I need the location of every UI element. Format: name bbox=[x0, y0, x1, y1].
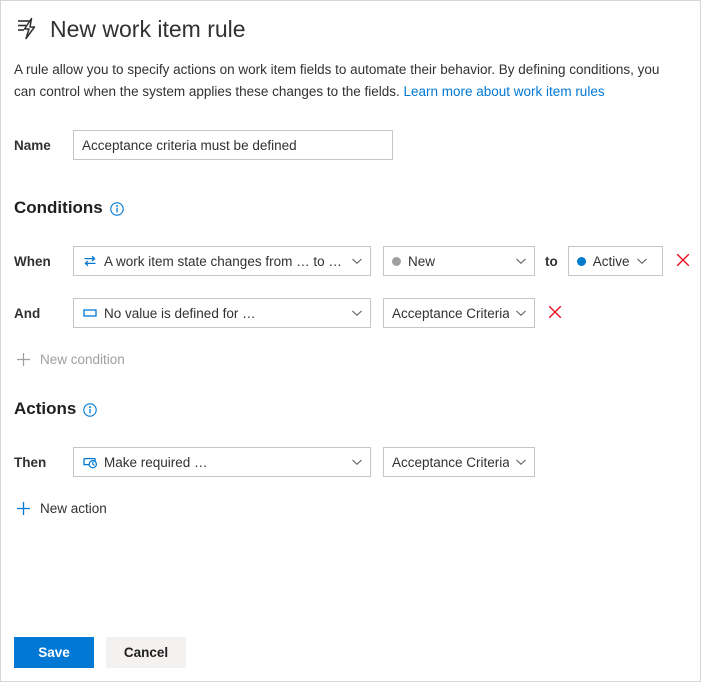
and-field-text: Acceptance Criteria bbox=[392, 305, 509, 321]
chevron-down-icon bbox=[515, 307, 527, 319]
name-row: Name bbox=[14, 130, 700, 160]
actions-heading: Actions bbox=[14, 399, 700, 419]
and-operator-dropdown[interactable]: No value is defined for … bbox=[73, 298, 371, 328]
new-action-button[interactable]: New action bbox=[16, 501, 107, 516]
to-state-text: Active bbox=[592, 253, 630, 269]
when-label: When bbox=[14, 253, 51, 269]
dialog-footer: Save Cancel bbox=[14, 637, 186, 668]
learn-more-link[interactable]: Learn more about work item rules bbox=[403, 84, 604, 99]
close-icon bbox=[676, 253, 690, 270]
when-operator-dropdown[interactable]: A work item state changes from … to … bbox=[73, 246, 371, 276]
page-title: New work item rule bbox=[50, 15, 246, 42]
chevron-down-icon bbox=[515, 456, 527, 468]
state-transition-icon bbox=[82, 253, 98, 269]
make-required-icon bbox=[82, 454, 98, 470]
plus-icon bbox=[16, 501, 31, 516]
condition-row-and: And No value is defined for … Acceptance… bbox=[14, 298, 700, 328]
state-dot-active-icon bbox=[576, 256, 586, 266]
condition-row-when: When A work item state changes from … to… bbox=[14, 246, 700, 276]
new-condition-button[interactable]: New condition bbox=[16, 352, 125, 367]
name-label: Name bbox=[14, 137, 51, 153]
delete-condition-button[interactable] bbox=[673, 251, 693, 271]
from-state-text: New bbox=[408, 253, 436, 269]
chevron-down-icon bbox=[515, 255, 527, 267]
and-operator-text: No value is defined for … bbox=[104, 305, 256, 321]
then-operator-text: Make required … bbox=[104, 454, 208, 470]
delete-condition-button[interactable] bbox=[545, 303, 565, 323]
then-field-dropdown[interactable]: Acceptance Criteria bbox=[383, 447, 535, 477]
cancel-button[interactable]: Cancel bbox=[106, 637, 186, 668]
then-label: Then bbox=[14, 454, 47, 470]
chevron-down-icon bbox=[351, 456, 363, 468]
info-icon[interactable] bbox=[110, 201, 124, 216]
chevron-down-icon bbox=[351, 255, 363, 267]
and-label: And bbox=[14, 305, 41, 321]
from-state-dropdown[interactable]: New bbox=[383, 246, 535, 276]
dialog-header: New work item rule bbox=[1, 1, 700, 45]
save-button[interactable]: Save bbox=[14, 637, 94, 668]
info-icon[interactable] bbox=[83, 402, 98, 417]
new-action-label: New action bbox=[40, 501, 107, 516]
state-dot-new-icon bbox=[392, 256, 401, 266]
rule-name-input[interactable] bbox=[73, 130, 393, 160]
actions-heading-label: Actions bbox=[14, 399, 77, 418]
chevron-down-icon bbox=[351, 307, 363, 319]
new-condition-label: New condition bbox=[40, 352, 125, 367]
new-work-item-rule-dialog: New work item rule A rule allow you to s… bbox=[0, 0, 701, 682]
and-field-dropdown[interactable]: Acceptance Criteria bbox=[383, 298, 535, 328]
close-icon bbox=[548, 305, 562, 322]
to-state-dropdown[interactable]: Active bbox=[567, 246, 663, 276]
plus-icon bbox=[16, 352, 31, 367]
then-operator-dropdown[interactable]: Make required … bbox=[73, 447, 371, 477]
conditions-heading: Conditions bbox=[14, 198, 700, 218]
conditions-heading-label: Conditions bbox=[14, 198, 103, 217]
field-rectangle-icon bbox=[82, 305, 98, 321]
rule-lightning-icon bbox=[14, 15, 42, 43]
chevron-down-icon bbox=[636, 255, 648, 267]
when-operator-text: A work item state changes from … to … bbox=[104, 253, 342, 269]
action-row-then: Then Make required … Acceptance Criteria bbox=[14, 447, 700, 477]
dialog-description: A rule allow you to specify actions on w… bbox=[14, 59, 674, 103]
to-label: to bbox=[545, 253, 558, 269]
then-field-text: Acceptance Criteria bbox=[392, 454, 509, 470]
